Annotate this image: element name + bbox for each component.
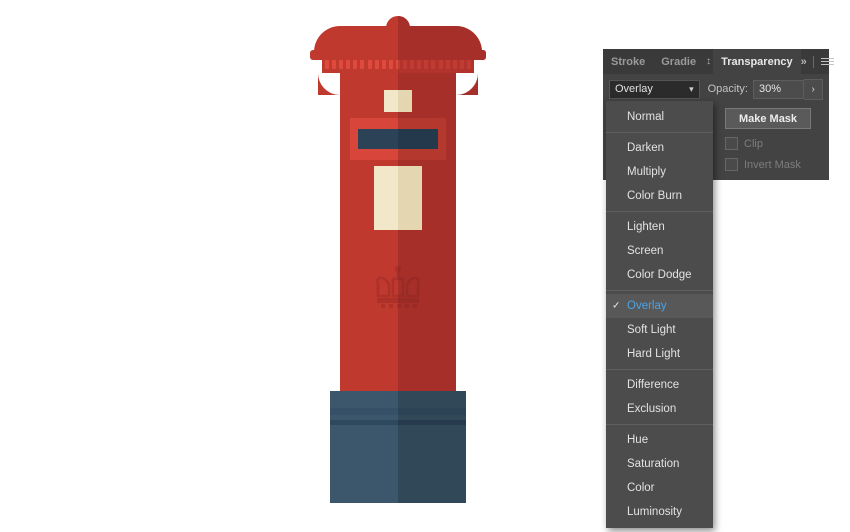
- postbox-dentil: [410, 60, 415, 69]
- postbox-dentil: [353, 60, 358, 69]
- menu-item-color[interactable]: Color: [606, 476, 713, 500]
- postbox-dentil: [325, 60, 329, 69]
- menu-item-label: Multiply: [627, 166, 666, 178]
- updown-arrows-icon[interactable]: ↕: [704, 49, 713, 74]
- postbox-dentil: [346, 60, 351, 69]
- postbox-top-plate-shadow: [398, 90, 412, 112]
- menu-item-hard-light[interactable]: Hard Light: [606, 342, 713, 366]
- mask-controls: Make Mask Clip Invert Mask: [725, 106, 811, 171]
- menu-item-label: Normal: [627, 111, 665, 123]
- double-chevron-right-icon[interactable]: »: [801, 56, 807, 68]
- tab-gradient-label: Gradie: [661, 55, 697, 68]
- postbox-dentil: [395, 60, 400, 69]
- menu-separator: [606, 211, 713, 212]
- menu-item-label: Lighten: [627, 221, 665, 233]
- menu-item-screen[interactable]: Screen: [606, 239, 713, 263]
- opacity-value: 30%: [758, 83, 782, 95]
- menu-item-lighten[interactable]: Lighten: [606, 215, 713, 239]
- make-mask-button[interactable]: Make Mask: [725, 108, 811, 129]
- menu-separator: [606, 290, 713, 291]
- postbox-dentil: [381, 60, 386, 69]
- postbox-dentil: [445, 60, 450, 69]
- invert-mask-label: Invert Mask: [744, 158, 801, 171]
- menu-item-soft-light[interactable]: Soft Light: [606, 318, 713, 342]
- tab-stroke[interactable]: Stroke: [603, 49, 653, 74]
- menu-item-label: Soft Light: [627, 324, 676, 336]
- menu-item-multiply[interactable]: Multiply: [606, 160, 713, 184]
- postbox-dentil: [452, 60, 457, 69]
- hamburger-menu-icon[interactable]: [820, 56, 834, 67]
- postbox-dentil: [438, 60, 443, 69]
- opacity-stepper-button[interactable]: ›: [804, 78, 823, 100]
- postbox-dentil: [466, 60, 471, 69]
- clip-checkbox-row[interactable]: Clip: [725, 137, 811, 150]
- menu-item-difference[interactable]: Difference: [606, 373, 713, 397]
- menu-item-normal[interactable]: Normal: [606, 105, 713, 129]
- invert-mask-checkbox[interactable]: [725, 158, 738, 171]
- postbox-dentil: [374, 60, 379, 69]
- postbox-dentil: [417, 60, 422, 69]
- menu-item-label: Hard Light: [627, 348, 681, 360]
- menu-item-luminosity[interactable]: Luminosity: [606, 500, 713, 524]
- menu-item-saturation[interactable]: Saturation: [606, 452, 713, 476]
- postbox-brim-shadow: [398, 50, 486, 60]
- chevron-down-icon: ▾: [689, 83, 694, 94]
- panel-controls-row: Overlay ▾ Opacity: 30% ›: [603, 74, 829, 100]
- menu-item-label: Hue: [627, 434, 649, 446]
- menu-item-color-burn[interactable]: Color Burn: [606, 184, 713, 208]
- menu-item-darken[interactable]: Darken: [606, 136, 713, 160]
- postbox-dentil: [403, 60, 408, 69]
- menu-item-exclusion[interactable]: Exclusion: [606, 397, 713, 421]
- menu-separator: [606, 369, 713, 370]
- menu-item-hue[interactable]: Hue: [606, 428, 713, 452]
- menu-item-label: Color: [627, 482, 655, 494]
- menu-item-color-dodge[interactable]: Color Dodge: [606, 263, 713, 287]
- postbox-illustration: [300, 16, 496, 503]
- menu-item-label: Saturation: [627, 458, 680, 470]
- postbox-dentil: [367, 60, 372, 69]
- postbox-dentil: [431, 60, 436, 69]
- menu-item-label: Overlay: [627, 300, 667, 312]
- tab-transparency[interactable]: Transparency: [713, 49, 801, 74]
- clip-label: Clip: [744, 137, 763, 150]
- menu-item-label: Screen: [627, 245, 664, 257]
- checkmark-icon: ✓: [612, 300, 621, 312]
- menu-item-label: Luminosity: [627, 506, 682, 518]
- menu-separator: [606, 132, 713, 133]
- clip-checkbox[interactable]: [725, 137, 738, 150]
- tab-transparency-label: Transparency: [721, 55, 793, 68]
- blend-mode-dropdown[interactable]: Normal Darken Multiply Color Burn Lighten Scr…: [606, 101, 713, 528]
- invert-mask-checkbox-row[interactable]: Invert Mask: [725, 158, 811, 171]
- tab-stroke-label: Stroke: [611, 55, 646, 68]
- postbox-base-band-upper-shadow: [398, 408, 466, 415]
- menu-item-label: Color Burn: [627, 190, 682, 202]
- postbox-base-band-lower-shadow: [398, 420, 466, 425]
- postbox-dentil-band: [322, 60, 474, 74]
- postbox-notice-plate-shadow: [398, 166, 422, 230]
- header-divider: [812, 55, 814, 68]
- postbox-dentil: [332, 60, 337, 69]
- postbox-dentil: [424, 60, 429, 69]
- menu-item-label: Darken: [627, 142, 665, 154]
- opacity-label: Opacity:: [707, 83, 748, 95]
- postbox-dentil: [339, 60, 344, 69]
- blend-mode-select[interactable]: Overlay ▾: [609, 79, 700, 99]
- blend-mode-value: Overlay: [615, 83, 653, 95]
- panel-tab-bar: Stroke Gradie ↕ Transparency »: [603, 49, 834, 74]
- postbox-crown-emblem: [376, 265, 420, 308]
- menu-item-overlay[interactable]: ✓ Overlay: [606, 294, 713, 318]
- panel-header-controls: »: [801, 49, 842, 74]
- menu-separator: [606, 424, 713, 425]
- opacity-input[interactable]: 30%: [752, 79, 805, 99]
- postbox-mail-slot-shadow: [398, 129, 438, 149]
- menu-item-label: Color Dodge: [627, 269, 692, 281]
- make-mask-label: Make Mask: [738, 112, 798, 125]
- postbox-dentil: [459, 60, 464, 69]
- menu-item-label: Exclusion: [627, 403, 677, 415]
- postbox-dentil: [388, 60, 393, 69]
- tab-gradient[interactable]: Gradie: [653, 49, 704, 74]
- postbox-dentil: [360, 60, 365, 69]
- menu-item-label: Difference: [627, 379, 680, 391]
